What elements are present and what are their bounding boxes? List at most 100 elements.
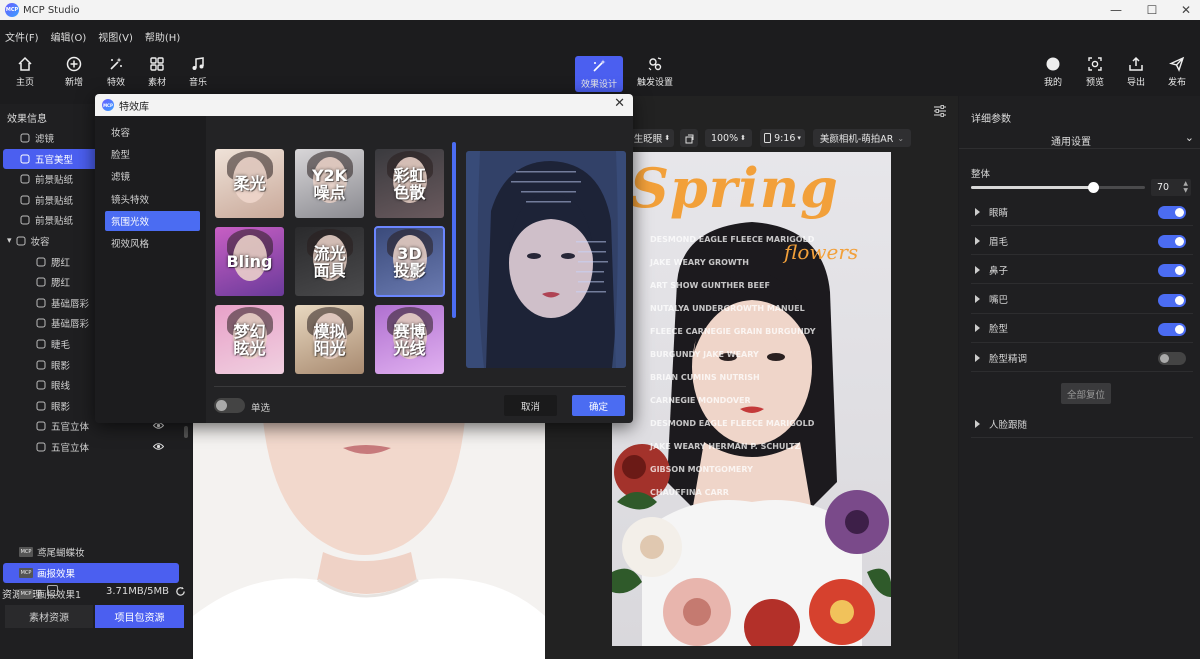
poster-text-line: NUTALYA UNDERGROWTH MANUEL bbox=[650, 304, 805, 313]
resource-item[interactable]: MCP 画报效果 bbox=[3, 563, 179, 583]
feature-row[interactable]: 嘴巴 bbox=[971, 286, 1193, 314]
toolbar-preview-button[interactable]: 预览 bbox=[1077, 56, 1113, 92]
menu-file[interactable]: 文件(F) bbox=[5, 29, 39, 44]
effect-thumbnail[interactable]: 流光 面具 bbox=[295, 227, 364, 296]
poster-text-line: JAKE WEARY HERMAN P. SCHULTZ bbox=[650, 442, 801, 451]
tree-scrollbar[interactable] bbox=[184, 426, 188, 438]
brush-icon bbox=[36, 401, 46, 411]
effect-thumbnail[interactable]: 柔光 bbox=[215, 149, 284, 218]
feature-row[interactable]: 眼睛 bbox=[971, 198, 1193, 226]
expand-triangle-icon bbox=[975, 236, 980, 245]
tree-item[interactable]: 五官立体 bbox=[0, 437, 192, 457]
feature-toggle[interactable] bbox=[1158, 235, 1186, 249]
toolbar-export-button[interactable]: 导出 bbox=[1118, 56, 1154, 92]
feature-toggle[interactable] bbox=[1158, 322, 1186, 336]
toolbar-publish-button[interactable]: 发布 bbox=[1159, 56, 1195, 92]
effect-thumbnail[interactable]: 模拟 阳光 bbox=[295, 305, 364, 374]
feature-toggle[interactable] bbox=[1158, 352, 1186, 365]
effect-thumbnail-label: 彩虹 色散 bbox=[393, 165, 426, 202]
expand-triangle-icon bbox=[975, 353, 980, 362]
minimize-button[interactable]: — bbox=[1096, 0, 1136, 20]
resource-item[interactable]: MCP 画报效果1 bbox=[3, 584, 179, 604]
menu-bar: 文件(F) 编辑(O) 视图(V) 帮助(H) bbox=[0, 26, 1200, 46]
effect-thumbnail[interactable]: 梦幻 眩光 bbox=[215, 305, 284, 374]
tab-material-resources[interactable]: 素材资源 bbox=[5, 605, 93, 628]
effect-category-item[interactable]: 滤镜 bbox=[105, 166, 200, 186]
toolbar-add-button[interactable]: 新增 bbox=[56, 56, 92, 92]
menu-edit[interactable]: 编辑(O) bbox=[51, 29, 87, 44]
toolbar-effects-button[interactable]: 特效 bbox=[98, 56, 134, 92]
export-icon bbox=[1129, 56, 1143, 71]
effect-thumbnail[interactable]: 赛博 光线 bbox=[375, 305, 444, 374]
toolbar-mine-button[interactable]: 我的 bbox=[1035, 56, 1071, 92]
tab-project-resources[interactable]: 项目包资源 bbox=[95, 605, 184, 628]
overall-slider[interactable] bbox=[971, 182, 1145, 193]
feature-row[interactable]: 眉毛 bbox=[971, 227, 1193, 256]
overall-value-input[interactable]: 70 ▲ ▼ bbox=[1151, 179, 1191, 196]
feature-toggle[interactable] bbox=[1158, 293, 1186, 307]
face-tracking-row[interactable]: 人脸跟随 bbox=[971, 410, 1193, 438]
grid-scrollbar[interactable] bbox=[452, 142, 456, 318]
toolbar-effect-design-button[interactable]: 效果设计 bbox=[575, 56, 623, 92]
confirm-button[interactable]: 确定 bbox=[572, 395, 625, 416]
tree-item-label: 滤镜 bbox=[35, 134, 55, 145]
resource-item[interactable]: MCP 鸢尾蝴蝶妆 bbox=[3, 542, 179, 562]
dialog-header: MCP 特效库 ✕ bbox=[95, 94, 633, 116]
effect-thumbnail[interactable]: 3D 投影 bbox=[374, 226, 445, 297]
effect-category-item[interactable]: 脸型 bbox=[105, 144, 200, 164]
eye-icon[interactable] bbox=[152, 442, 165, 451]
effect-category-item[interactable]: 视效风格 bbox=[105, 233, 200, 253]
effect-category-item[interactable]: 氛围光效 bbox=[105, 210, 200, 231]
general-settings-header[interactable]: 通用设置 ⌄ bbox=[959, 131, 1200, 149]
effect-category-item[interactable]: 妆容 bbox=[105, 122, 200, 142]
app-title: MCP Studio bbox=[23, 4, 80, 16]
overall-label: 整体 bbox=[971, 169, 991, 180]
effect-thumbnail-label: 流光 面具 bbox=[313, 243, 346, 280]
feature-row[interactable]: 鼻子 bbox=[971, 256, 1193, 285]
effect-thumbnail[interactable]: Y2K 噪点 bbox=[295, 149, 364, 218]
feature-row[interactable]: 脸型 bbox=[971, 315, 1193, 343]
toolbar-home-button[interactable]: 主页 bbox=[7, 56, 43, 92]
effect-thumbnail[interactable]: Bling bbox=[215, 227, 284, 296]
aspect-ratio-select[interactable]: 9:16 ▾ bbox=[760, 129, 805, 147]
poster-text-line: CHAUFFINA CARR bbox=[650, 488, 729, 497]
brush-icon bbox=[36, 257, 46, 267]
trigger-mode-select[interactable]: 生眨眼 ⬍ bbox=[630, 129, 674, 147]
effect-thumbnail-label: 模拟 阳光 bbox=[313, 321, 346, 358]
toolbar-music-button[interactable]: 音乐 bbox=[180, 56, 216, 92]
dialog-close-icon[interactable]: ✕ bbox=[614, 96, 625, 111]
rotate-button[interactable] bbox=[680, 129, 698, 147]
single-select-toggle[interactable] bbox=[214, 398, 245, 413]
feature-row[interactable]: 脸型精调 bbox=[971, 344, 1193, 372]
cancel-button[interactable]: 取消 bbox=[504, 395, 557, 416]
feature-toggle[interactable] bbox=[1158, 206, 1186, 219]
stepper-arrows-icon[interactable]: ▲ ▼ bbox=[1183, 180, 1188, 194]
poster-preview: Spring flowers DESMOND EAGLE FLEECE MARI… bbox=[612, 152, 891, 646]
dialog-title: 特效库 bbox=[119, 101, 149, 113]
toolbar-trigger-settings-button[interactable]: 触发设置 bbox=[635, 56, 675, 92]
zoom-select[interactable]: 100% ⬍ bbox=[705, 129, 752, 147]
feature-toggle[interactable] bbox=[1158, 264, 1186, 278]
sticker-icon bbox=[20, 195, 30, 205]
effect-category-label: 视效风格 bbox=[111, 239, 150, 250]
toolbar-assets-button[interactable]: 素材 bbox=[139, 56, 175, 92]
collapse-chevron-icon[interactable]: ⌄ bbox=[1185, 131, 1194, 144]
effect-thumbnail[interactable]: 彩虹 色散 bbox=[375, 149, 444, 218]
close-window-button[interactable]: ✕ bbox=[1166, 0, 1200, 20]
mcp-badge-icon: MCP bbox=[19, 547, 33, 557]
expand-caret-icon[interactable]: ▾ bbox=[7, 236, 12, 246]
filter-icon bbox=[20, 133, 30, 143]
expand-triangle-icon bbox=[975, 324, 980, 333]
menu-help[interactable]: 帮助(H) bbox=[145, 29, 180, 44]
effect-category-item[interactable]: 镜头特效 bbox=[105, 189, 200, 209]
poster-text-line: FLEECE CARNEGIE GRAIN BURGUNDY bbox=[650, 327, 816, 336]
settings-sliders-icon[interactable] bbox=[933, 104, 947, 118]
poster-text-line: GIBSON MONTGOMERY bbox=[650, 465, 753, 474]
effect-info-title: 效果信息 bbox=[7, 114, 47, 125]
overall-slider-knob[interactable] bbox=[1087, 182, 1099, 193]
menu-view[interactable]: 视图(V) bbox=[98, 29, 133, 44]
tree-item-label: 前景贴纸 bbox=[35, 175, 74, 187]
camera-select[interactable]: 美颜相机-萌拍AR ⌄ bbox=[813, 129, 911, 147]
effect-thumbnail-label: 赛博 光线 bbox=[393, 321, 426, 358]
reset-all-button[interactable]: 全部复位 bbox=[1061, 383, 1111, 404]
